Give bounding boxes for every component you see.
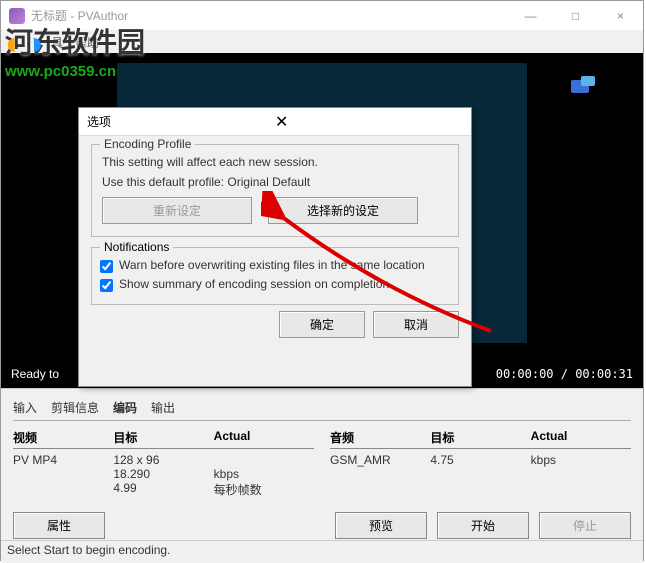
- col-video: 视频: [13, 429, 113, 446]
- bottom-statusbar: Select Start to begin encoding.: [1, 540, 643, 560]
- cell: 18.290: [113, 467, 213, 481]
- col-actual: Actual: [531, 429, 631, 446]
- time-display: 00:00:00 / 00:00:31: [496, 367, 633, 381]
- encoding-text2: Use this default profile: Original Defau…: [102, 175, 448, 189]
- col-actual: Actual: [214, 429, 314, 446]
- encoding-profile-group: Encoding Profile This setting will affec…: [91, 144, 459, 237]
- col-target: 目标: [113, 429, 213, 446]
- audio-info-block: 音频 目标 Actual GSM_AMR 4.75 kbps: [330, 429, 631, 498]
- video-info-block: 视频 目标 Actual PV MP4 128 x 96 18.290 kbps…: [13, 429, 314, 498]
- summary-label: Show summary of encoding session on comp…: [119, 277, 392, 291]
- cell: 4.75: [430, 453, 530, 467]
- warn-label: Warn before overwriting existing files i…: [119, 258, 425, 272]
- ok-button[interactable]: 确定: [279, 311, 365, 338]
- tab-input[interactable]: 输入: [13, 399, 37, 416]
- cell: 128 x 96: [113, 453, 213, 467]
- cell: kbps: [531, 453, 631, 467]
- start-button[interactable]: 开始: [437, 512, 529, 539]
- encoding-text1: This setting will affect each new sessio…: [102, 155, 448, 169]
- group-legend: Encoding Profile: [100, 137, 195, 151]
- cell: [214, 453, 314, 467]
- tab-encode[interactable]: 编码: [113, 399, 137, 416]
- cell: [13, 481, 113, 498]
- tabs: 输入 剪辑信息 编码 输出: [13, 399, 631, 421]
- tab-clipinfo[interactable]: 剪辑信息: [51, 399, 99, 416]
- summary-checkbox[interactable]: [100, 279, 113, 292]
- cell: 4.99: [113, 481, 213, 498]
- col-target: 目标: [430, 429, 530, 446]
- dialog-title: 选项: [87, 113, 269, 130]
- options-dialog: 选项 ✕ Encoding Profile This setting will …: [78, 107, 472, 387]
- cancel-button[interactable]: 取消: [373, 311, 459, 338]
- notifications-group: Notifications Warn before overwriting ex…: [91, 247, 459, 305]
- cell: GSM_AMR: [330, 453, 430, 467]
- lower-panel: 输入 剪辑信息 编码 输出 视频 目标 Actual PV MP4 128 x …: [1, 388, 643, 563]
- cell: [13, 467, 113, 481]
- cell: 每秒帧数: [214, 481, 314, 498]
- watermark: ◐◑ 河东软件园 www.pc0359.cn: [5, 21, 145, 80]
- cell: PV MP4: [13, 453, 113, 467]
- tab-output[interactable]: 输出: [151, 399, 175, 416]
- dialog-titlebar: 选项 ✕: [79, 108, 471, 136]
- preview-button[interactable]: 预览: [335, 512, 427, 539]
- warn-checkbox[interactable]: [100, 260, 113, 273]
- group-legend: Notifications: [100, 240, 173, 254]
- monitor-icon: [571, 76, 595, 94]
- warn-checkbox-row[interactable]: Warn before overwriting existing files i…: [100, 258, 450, 273]
- watermark-url: www.pc0359.cn: [5, 63, 145, 80]
- close-button[interactable]: ×: [598, 1, 643, 31]
- maximize-button[interactable]: □: [553, 1, 598, 31]
- col-audio: 音频: [330, 429, 430, 446]
- minimize-button[interactable]: —: [508, 1, 553, 31]
- summary-checkbox-row[interactable]: Show summary of encoding session on comp…: [100, 277, 450, 292]
- select-new-button[interactable]: 选择新的设定: [268, 197, 418, 224]
- stop-button[interactable]: 停止: [539, 512, 631, 539]
- properties-button[interactable]: 属性: [13, 512, 105, 539]
- cell: kbps: [214, 467, 314, 481]
- dialog-close-button[interactable]: ✕: [269, 112, 463, 132]
- reset-button[interactable]: 重新设定: [102, 197, 252, 224]
- watermark-logo-icon: ◐◑: [5, 25, 44, 62]
